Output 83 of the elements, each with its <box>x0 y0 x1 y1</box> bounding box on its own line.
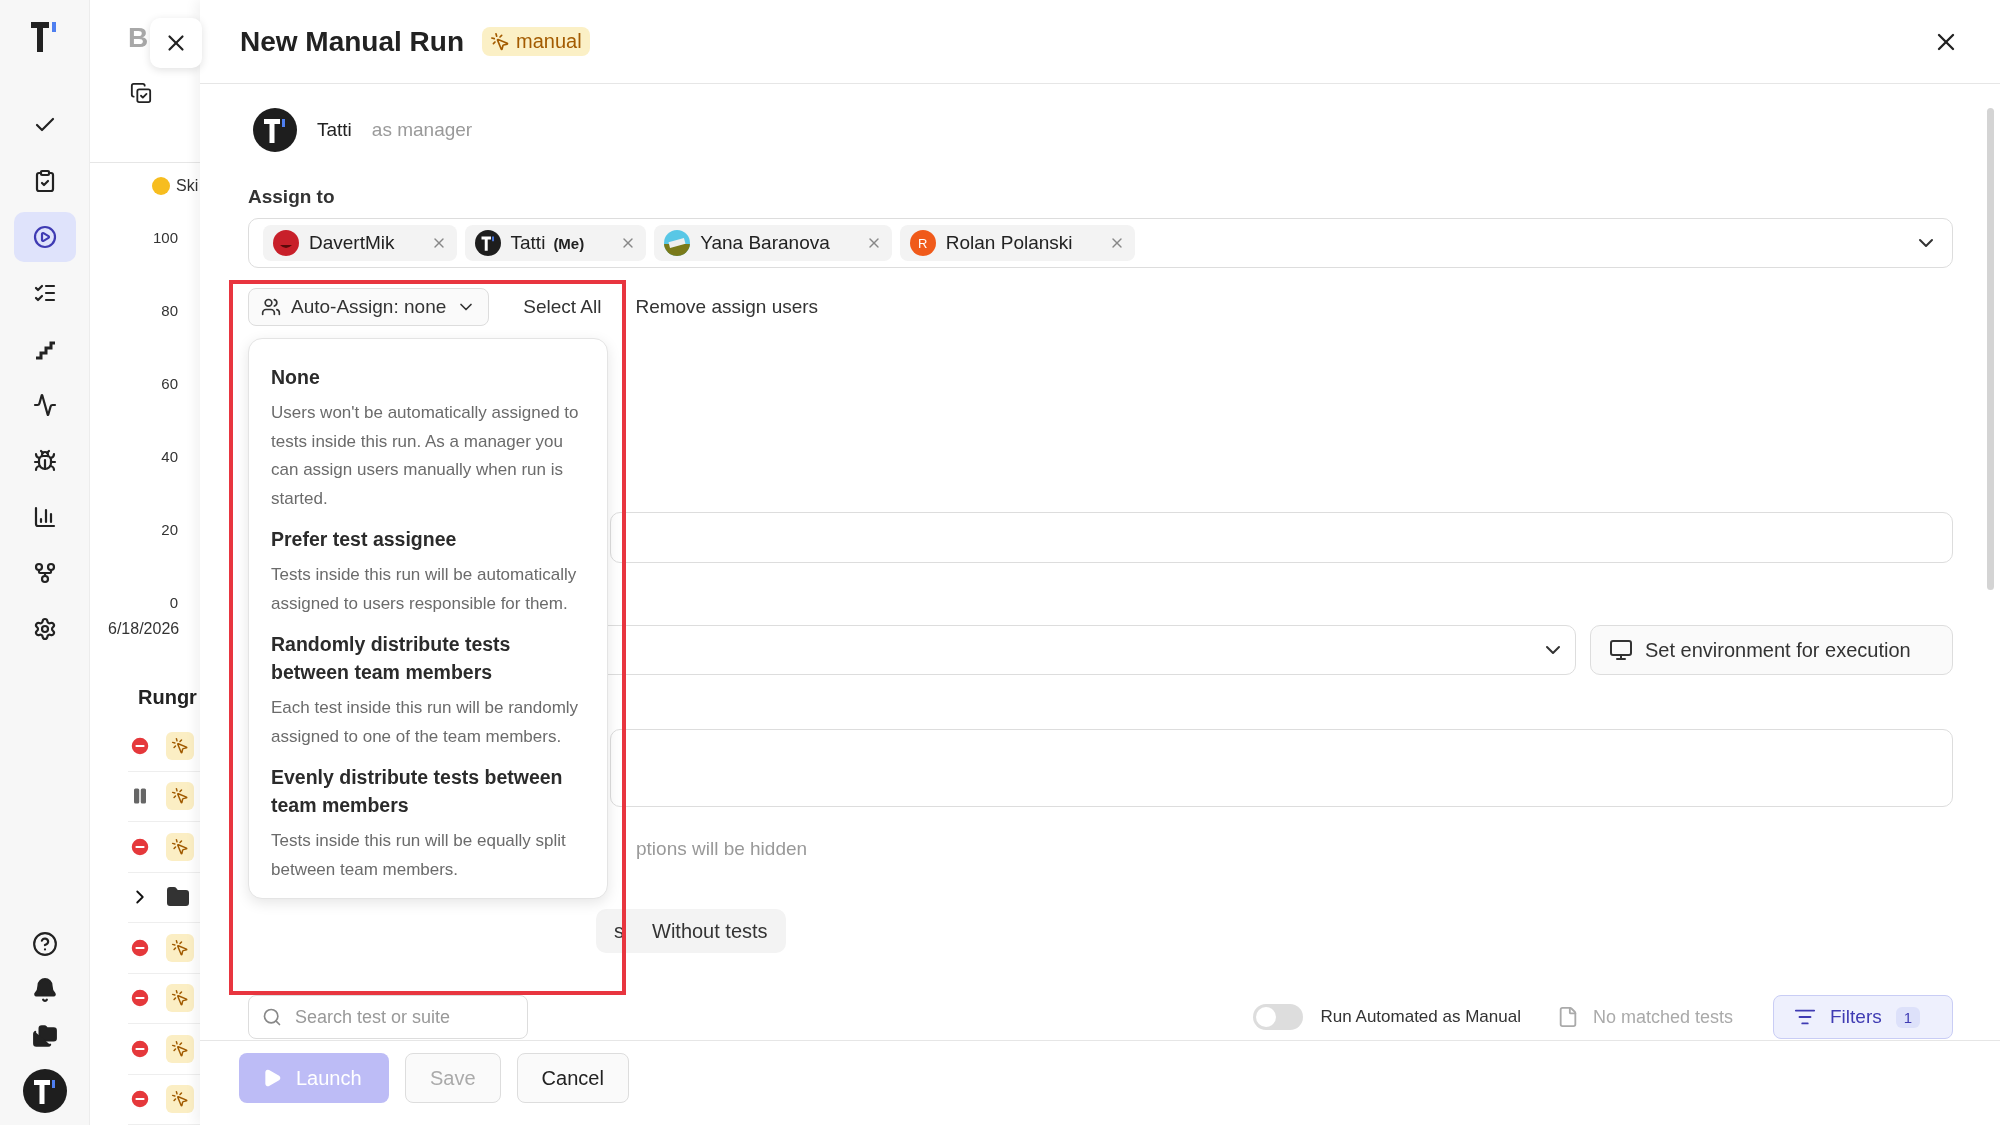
minus-circle-icon <box>129 987 151 1010</box>
auto-assign-button[interactable]: Auto-Assign: none <box>248 288 490 326</box>
minus-circle-icon <box>129 936 151 959</box>
environment-button[interactable]: Set environment for execution <box>1590 625 1953 675</box>
legend-label: Ski <box>176 177 199 195</box>
assign-field[interactable]: DavertMik Tatti (Me) Yana Baranova R Rolan Polanski <box>248 218 1953 268</box>
avatar-initial: R <box>909 230 936 256</box>
axis-tick: 100 <box>152 228 178 248</box>
manual-icon <box>166 1085 194 1114</box>
pause-icon <box>131 787 149 806</box>
users-icon <box>261 297 281 317</box>
play-icon <box>262 1068 282 1088</box>
manager-avatar <box>253 108 297 152</box>
user-name: DavertMik <box>309 232 395 254</box>
axis-tick: 20 <box>161 520 178 540</box>
section-title: Rungr <box>137 685 198 709</box>
bar-chart-icon <box>32 505 57 529</box>
play-circle-icon <box>32 225 57 249</box>
manual-icon <box>166 731 194 760</box>
axis-date: 6/18/2026 <box>107 619 181 638</box>
monitor-icon <box>1609 638 1633 662</box>
check-copy-icon[interactable] <box>130 82 152 104</box>
scrollbar[interactable] <box>1987 108 1994 590</box>
manual-icon <box>166 832 194 861</box>
manager-name: Tatti <box>317 119 352 141</box>
axis-tick: 40 <box>161 447 178 467</box>
select-all-button[interactable]: Select All <box>523 296 602 318</box>
footer-button[interactable]: Cancel <box>516 1053 629 1103</box>
manual-icon <box>166 984 194 1013</box>
manual-badge: manual <box>482 27 590 56</box>
option-description: Tests inside this run will be equally split between team members. <box>271 830 567 881</box>
manual-icon <box>166 933 194 962</box>
manual-icon <box>166 782 194 811</box>
page-title: B <box>128 22 149 54</box>
avatar-icon <box>273 230 299 256</box>
minus-circle-icon <box>129 1088 151 1111</box>
filters-button[interactable]: Filters 1 <box>1773 995 1953 1039</box>
segment-tab[interactable]: Without tests <box>638 913 782 949</box>
search-field[interactable]: Search test or suite <box>248 995 528 1039</box>
minus-circle-icon <box>129 835 151 858</box>
field-label: Assign to <box>248 186 336 208</box>
axis-tick: 0 <box>169 593 178 613</box>
pointer-click-icon <box>490 31 510 52</box>
user-name: Rolan Polanski <box>945 232 1073 254</box>
fork-icon <box>32 561 57 585</box>
avatar-icon <box>664 230 691 256</box>
filter-count: 1 <box>1895 1006 1921 1028</box>
legend-dot <box>152 177 170 195</box>
settings-icon <box>32 617 57 641</box>
manual-icon <box>166 1034 194 1063</box>
bug-icon <box>32 449 57 473</box>
avatar-icon <box>474 230 501 256</box>
matched-text: No matched tests <box>1592 1006 1733 1028</box>
option-description: Each test inside this run will be randomly assigned to one of the team members. <box>271 697 580 748</box>
manager-role: as manager <box>371 119 473 141</box>
toggle-label: Run Automated as Manual <box>1320 1007 1521 1027</box>
minus-circle-icon <box>129 1037 151 1060</box>
user-avatar <box>22 1069 67 1113</box>
toggle-switch[interactable] <box>1252 1004 1303 1030</box>
help-icon[interactable] <box>31 931 58 957</box>
option-title[interactable]: None <box>271 363 571 391</box>
option-title[interactable]: Randomly distribute tests between team members <box>271 630 571 686</box>
folders-icon[interactable] <box>31 1023 58 1049</box>
axis-tick: 60 <box>161 374 178 394</box>
drawer-title: New Manual Run <box>240 25 464 58</box>
input-field[interactable] <box>610 512 1953 563</box>
option-description: Tests inside this run will be automatically assigned to users responsible for them. <box>271 564 578 615</box>
close-button[interactable] <box>150 18 202 68</box>
minus-circle-icon <box>129 734 151 757</box>
nav-item[interactable] <box>13 212 76 262</box>
search-icon <box>262 1007 282 1027</box>
option-description: Users won't be automatically assigned to tests inside this run. As a manager you can assign users manually when run is started. <box>271 402 580 510</box>
me-tag: (Me) <box>553 234 585 252</box>
axis-tick: 80 <box>161 301 178 321</box>
remove-users-button[interactable]: Remove assign users <box>635 296 819 318</box>
activity-icon <box>32 393 57 417</box>
user-name: Tatti <box>510 232 546 254</box>
logo-icon[interactable] <box>30 22 59 52</box>
user-name: Yana Baranova <box>700 232 830 254</box>
option-title[interactable]: Prefer test assignee <box>271 525 571 553</box>
bell-icon[interactable] <box>31 977 58 1003</box>
option-title[interactable]: Evenly distribute tests between team members <box>271 763 571 819</box>
hint-text: ptions will be hidden <box>636 837 808 861</box>
